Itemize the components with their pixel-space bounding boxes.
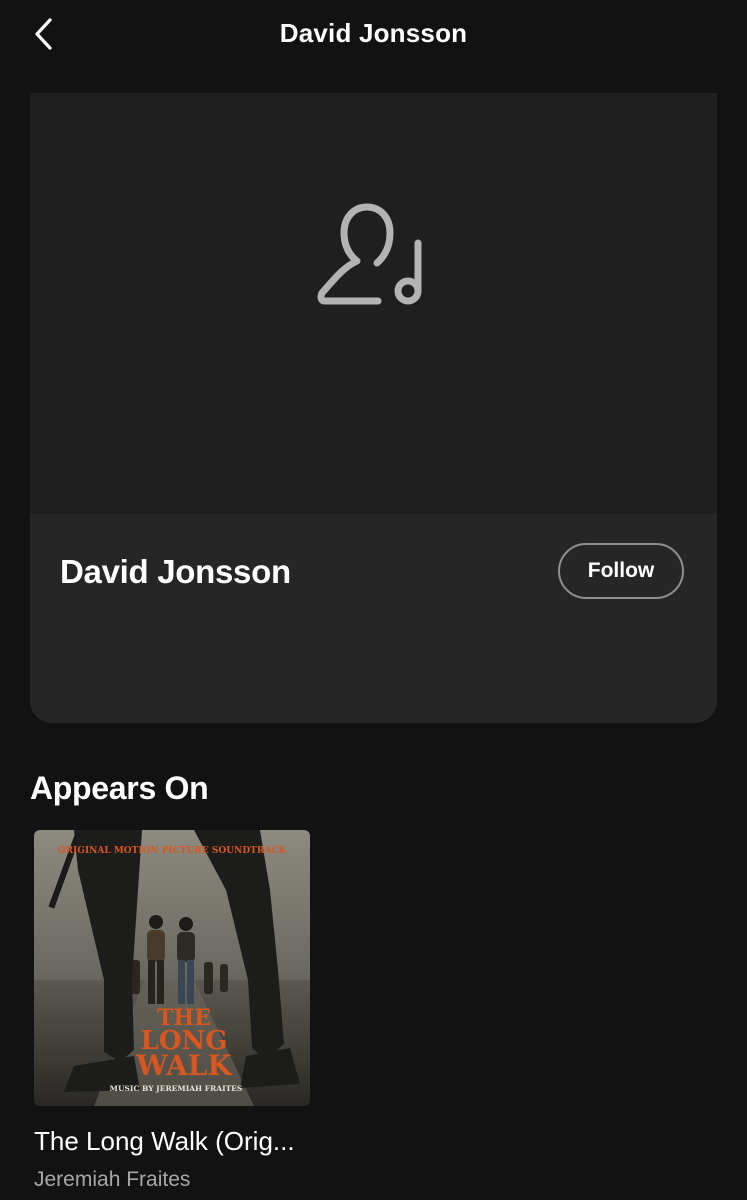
follow-button[interactable]: Follow xyxy=(558,543,684,599)
section-title-appears-on: Appears On xyxy=(30,770,209,806)
artist-placeholder-icon xyxy=(317,203,422,305)
cover-credit: MUSIC BY JEREMIAH FRAITES xyxy=(110,1084,243,1093)
cover-tagline: ORIGINAL MOTION PICTURE SOUNDTRACK xyxy=(58,846,288,856)
artist-image-placeholder xyxy=(30,93,717,514)
album-card[interactable]: ORIGINAL MOTION PICTURE SOUNDTRACK THE L… xyxy=(34,830,314,1191)
top-bar: David Jonsson xyxy=(0,0,747,70)
artist-profile-card: David Jonsson Follow xyxy=(30,93,717,723)
album-artist: Jeremiah Fraites xyxy=(34,1168,191,1191)
album-title: The Long Walk (Orig... xyxy=(34,1126,295,1156)
cover-title-line-3: WALK xyxy=(135,1049,233,1082)
page-title: David Jonsson xyxy=(279,18,468,48)
album-cover-image[interactable]: ORIGINAL MOTION PICTURE SOUNDTRACK THE L… xyxy=(34,830,310,1106)
artist-name: David Jonsson xyxy=(60,553,291,590)
